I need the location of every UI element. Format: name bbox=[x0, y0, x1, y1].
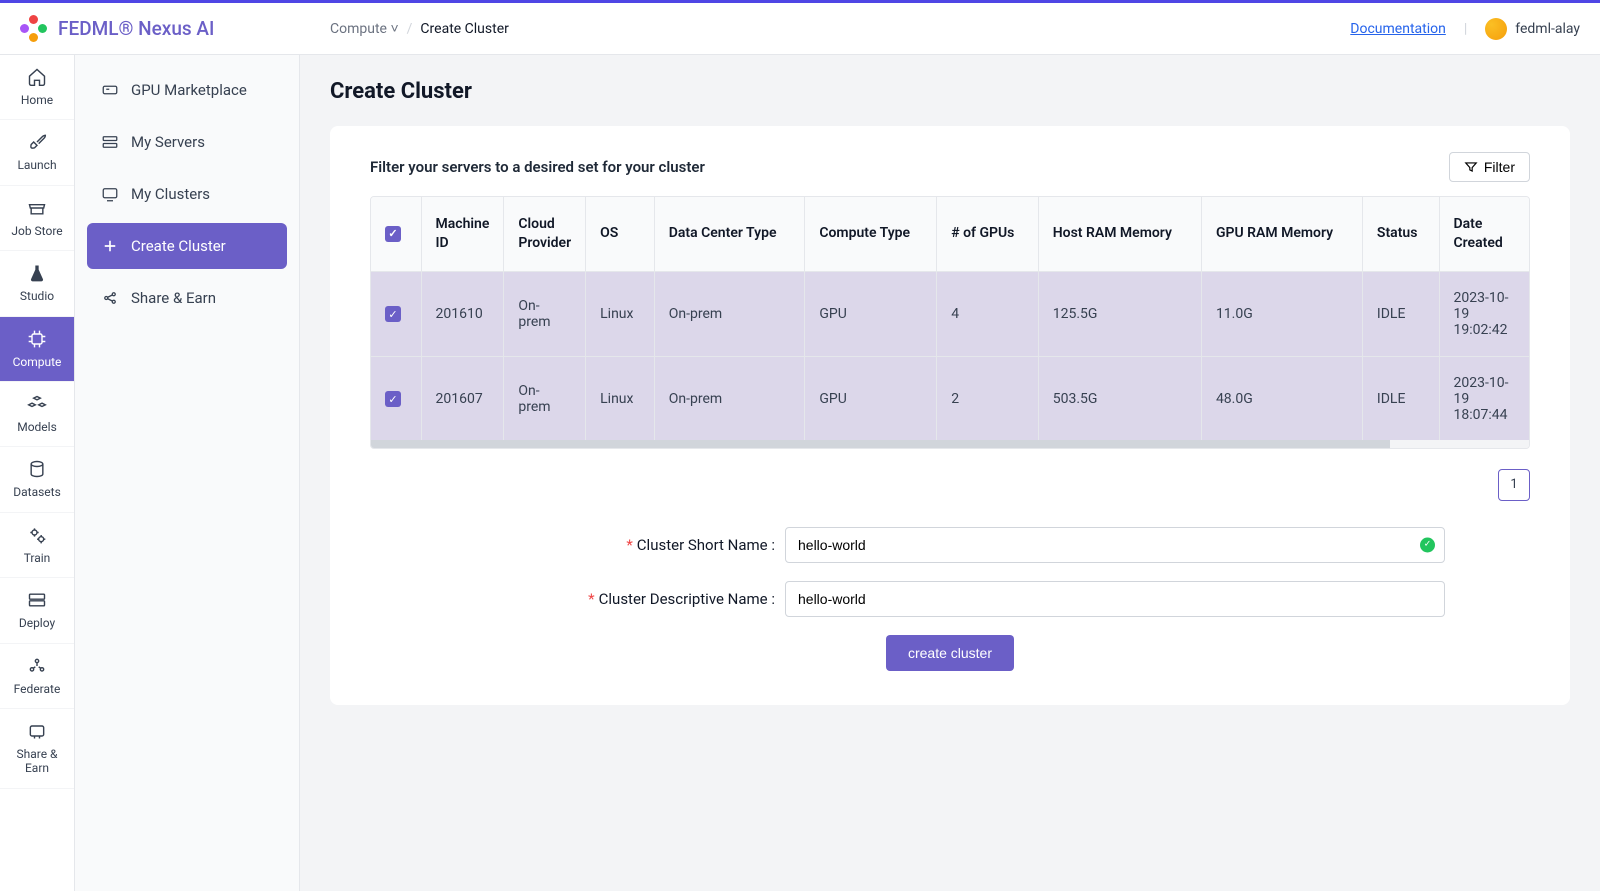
logo[interactable]: FEDML® Nexus AI bbox=[20, 15, 320, 43]
col-gpus: # of GPUs bbox=[937, 197, 1039, 271]
desc-name-input[interactable] bbox=[785, 581, 1445, 617]
monitor-icon bbox=[101, 185, 119, 203]
sidebar-item-my-clusters[interactable]: My Clusters bbox=[87, 171, 287, 217]
chevron-down-icon: ˅ bbox=[390, 21, 398, 37]
rail-federate[interactable]: Federate bbox=[0, 644, 74, 709]
sidebar-item-gpu-marketplace[interactable]: GPU Marketplace bbox=[87, 67, 287, 113]
breadcrumb-root[interactable]: Compute ˅ bbox=[330, 20, 399, 37]
col-host-ram: Host RAM Memory bbox=[1038, 197, 1201, 271]
documentation-link[interactable]: Documentation bbox=[1350, 21, 1446, 37]
col-data-center-type: Data Center Type bbox=[654, 197, 805, 271]
sidebar-item-label: My Clusters bbox=[131, 185, 210, 203]
short-name-input[interactable] bbox=[785, 527, 1445, 563]
chip-icon bbox=[27, 329, 47, 349]
row-checkbox[interactable] bbox=[385, 306, 401, 322]
filter-title: Filter your servers to a desired set for… bbox=[370, 158, 705, 176]
rail-nav: Home Launch Job Store Studio Compute Mod… bbox=[0, 55, 75, 891]
breadcrumb-current: Create Cluster bbox=[420, 21, 508, 37]
horizontal-scrollbar[interactable] bbox=[371, 440, 1529, 448]
col-compute-type: Compute Type bbox=[805, 197, 937, 271]
rail-models[interactable]: Models bbox=[0, 382, 74, 447]
database-icon bbox=[27, 459, 47, 479]
server-icon bbox=[101, 133, 119, 151]
row-checkbox[interactable] bbox=[385, 391, 401, 407]
col-gpu-ram: GPU RAM Memory bbox=[1201, 197, 1362, 271]
create-cluster-button[interactable]: create cluster bbox=[886, 635, 1014, 671]
topbar: FEDML® Nexus AI Compute ˅ / Create Clust… bbox=[0, 3, 1600, 55]
col-status: Status bbox=[1362, 197, 1439, 271]
sidebar-item-label: My Servers bbox=[131, 133, 205, 151]
content-area: Create Cluster Filter your servers to a … bbox=[300, 55, 1600, 891]
table-row[interactable]: 201610 On-prem Linux On-prem GPU 4 125.5… bbox=[371, 271, 1529, 356]
avatar bbox=[1485, 18, 1507, 40]
card: Filter your servers to a desired set for… bbox=[330, 126, 1570, 705]
rail-launch[interactable]: Launch bbox=[0, 120, 74, 185]
cubes-icon bbox=[27, 394, 47, 414]
sidebar-item-label: GPU Marketplace bbox=[131, 81, 247, 99]
sidebar-nav: GPU Marketplace My Servers My Clusters C… bbox=[75, 55, 300, 891]
funnel-icon bbox=[1464, 160, 1478, 174]
check-icon: ✓ bbox=[1420, 537, 1435, 552]
sidebar-item-create-cluster[interactable]: Create Cluster bbox=[87, 223, 287, 269]
rail-studio[interactable]: Studio bbox=[0, 251, 74, 316]
rail-home[interactable]: Home bbox=[0, 55, 74, 120]
server-table: Machine ID Cloud Provider OS Data Center… bbox=[370, 196, 1530, 449]
flask-icon bbox=[27, 263, 47, 283]
rail-jobstore[interactable]: Job Store bbox=[0, 186, 74, 251]
card-icon bbox=[101, 81, 119, 99]
home-icon bbox=[27, 67, 47, 87]
sidebar-item-label: Share & Earn bbox=[131, 289, 216, 307]
gears-icon bbox=[27, 525, 47, 545]
rail-datasets[interactable]: Datasets bbox=[0, 447, 74, 512]
short-name-label: *Cluster Short Name : bbox=[455, 536, 775, 554]
rail-train[interactable]: Train bbox=[0, 513, 74, 578]
sidebar-item-my-servers[interactable]: My Servers bbox=[87, 119, 287, 165]
rocket-icon bbox=[27, 132, 47, 152]
col-cloud-provider: Cloud Provider bbox=[504, 197, 586, 271]
rail-compute[interactable]: Compute bbox=[0, 317, 74, 382]
col-os: OS bbox=[586, 197, 655, 271]
share-icon bbox=[101, 289, 119, 307]
sidebar-item-label: Create Cluster bbox=[131, 237, 226, 255]
plus-icon bbox=[101, 237, 119, 255]
logo-icon bbox=[20, 15, 48, 43]
username: fedml-alay bbox=[1515, 21, 1580, 37]
col-date-created: Date Created bbox=[1439, 197, 1529, 271]
page-title: Create Cluster bbox=[330, 79, 1570, 104]
cluster-form: *Cluster Short Name : ✓ *Cluster Descrip… bbox=[370, 527, 1530, 671]
col-machine-id: Machine ID bbox=[421, 197, 504, 271]
store-icon bbox=[27, 198, 47, 218]
share-icon bbox=[27, 721, 47, 741]
sidebar-item-share-earn[interactable]: Share & Earn bbox=[87, 275, 287, 321]
network-icon bbox=[27, 656, 47, 676]
filter-button[interactable]: Filter bbox=[1449, 152, 1530, 182]
table-row[interactable]: 201607 On-prem Linux On-prem GPU 2 503.5… bbox=[371, 356, 1529, 441]
brand-text: FEDML® Nexus AI bbox=[58, 17, 214, 40]
desc-name-label: *Cluster Descriptive Name : bbox=[455, 590, 775, 608]
breadcrumb: Compute ˅ / Create Cluster bbox=[330, 20, 509, 37]
select-all-checkbox[interactable] bbox=[385, 226, 401, 242]
server-icon bbox=[27, 590, 47, 610]
rail-deploy[interactable]: Deploy bbox=[0, 578, 74, 643]
rail-share-earn[interactable]: Share & Earn bbox=[0, 709, 74, 789]
user-menu[interactable]: fedml-alay bbox=[1485, 18, 1580, 40]
pagination: 1 bbox=[370, 469, 1530, 501]
page-1-button[interactable]: 1 bbox=[1498, 469, 1530, 501]
